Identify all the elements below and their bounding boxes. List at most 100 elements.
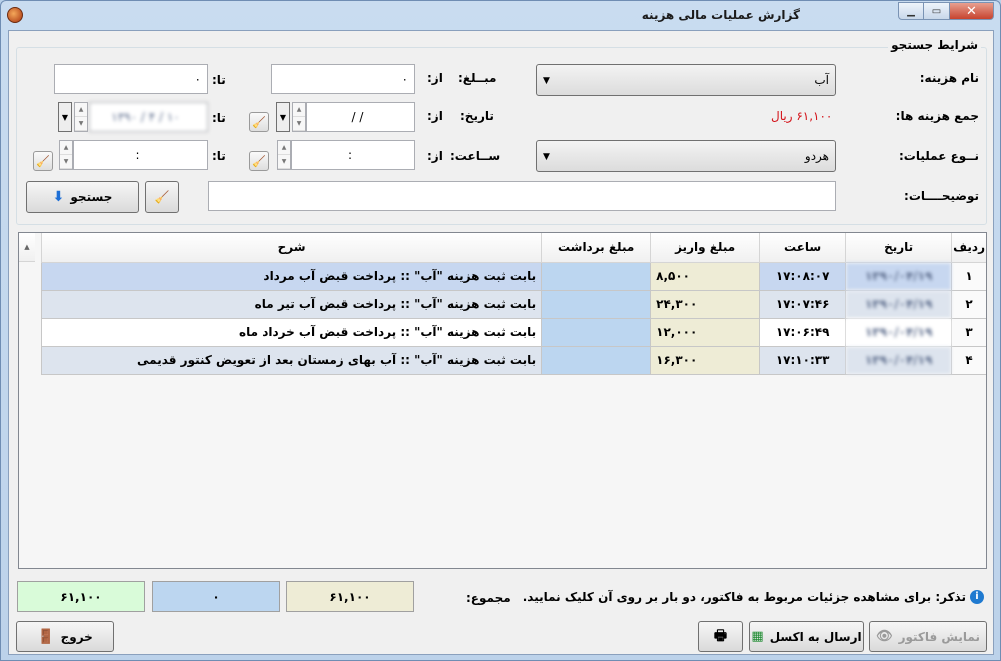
- broom-icon: 🧹: [252, 115, 266, 129]
- row-index: ۳: [951, 318, 986, 347]
- show-invoice-button[interactable]: نمایش فاکتور 👁: [869, 621, 987, 652]
- table-header: ردیف تاریخ ساعت مبلغ واریز مبلغ برداشت ش…: [41, 233, 986, 263]
- chevron-down-icon: ▼: [543, 152, 550, 162]
- broom-icon: 🧹: [36, 154, 50, 168]
- date-to-spinner[interactable]: ▲ ▼: [74, 102, 88, 132]
- arrow-down-icon[interactable]: ▼: [75, 117, 87, 131]
- minimize-icon: ▁: [907, 5, 915, 17]
- clear-time-to-button[interactable]: 🧹: [33, 151, 53, 171]
- row-deposit: ۸,۵۰۰: [650, 262, 760, 291]
- total-expenses-value: ۶۱,۱۰۰ ریال: [771, 109, 833, 123]
- operation-type-label: نــوع عملیات:: [898, 149, 979, 163]
- show-invoice-label: نمایش فاکتور: [898, 629, 980, 644]
- clear-date-from-button[interactable]: 🧹: [249, 112, 269, 132]
- expense-name-value: آب: [814, 73, 829, 87]
- clear-all-button[interactable]: 🧹: [145, 181, 179, 213]
- date-from-label: از:: [427, 109, 443, 123]
- maximize-button[interactable]: ▭: [924, 2, 950, 20]
- window-controls: ▁ ▭ ✕: [898, 2, 994, 20]
- amount-to-input[interactable]: ۰: [54, 64, 208, 94]
- arrow-down-icon[interactable]: ▼: [60, 155, 72, 169]
- amount-from-input[interactable]: ۰: [271, 64, 415, 94]
- description-input[interactable]: [208, 181, 836, 211]
- arrow-down-icon[interactable]: ▼: [293, 117, 305, 131]
- chevron-down-icon: ▼: [61, 112, 69, 122]
- row-description: بابت ثبت هزینه "آب" :: پرداخت قبض آب تیر…: [41, 290, 542, 319]
- note-text: تذکر: برای مشاهده جزئیات مربوط به فاکتور…: [522, 590, 966, 604]
- date-to-dropdown[interactable]: ▼: [58, 102, 72, 132]
- operation-type-combo[interactable]: هردو ▼: [536, 140, 836, 172]
- date-to-input[interactable]: ۱۳۹۰ / ۴ / ۱۰: [89, 102, 208, 132]
- row-description: بابت ثبت هزینه "آب" :: آب بهای زمستان بع…: [41, 346, 542, 375]
- arrow-down-icon[interactable]: ▼: [278, 155, 290, 169]
- column-header-date[interactable]: تاریخ: [845, 233, 952, 263]
- row-time: ۱۷:۰۸:۰۷: [759, 262, 846, 291]
- exit-button[interactable]: خروج 🚪: [16, 621, 114, 652]
- results-grid[interactable]: ▲ ردیف تاریخ ساعت مبلغ واریز مبلغ برداشت…: [18, 232, 987, 569]
- title-bar[interactable]: گزارش عملیات مالی هزینه ▁ ▭ ✕: [1, 1, 1000, 31]
- minimize-button[interactable]: ▁: [898, 2, 924, 20]
- search-button[interactable]: جستجو ⬇: [26, 181, 139, 213]
- expense-name-label: نام هزینه:: [919, 71, 979, 85]
- row-date: ۱۳۹۰/۰۴/۱۹: [845, 346, 952, 375]
- date-label: تاریخ:: [460, 109, 494, 123]
- column-header-time[interactable]: ساعت: [759, 233, 846, 263]
- column-header-index[interactable]: ردیف: [951, 233, 986, 263]
- table-row[interactable]: ۲ ۱۳۹۰/۰۴/۱۹ ۱۷:۰۷:۴۶ ۲۴,۳۰۰ بابت ثبت هز…: [41, 290, 986, 319]
- row-deposit: ۱۲,۰۰۰: [650, 318, 760, 347]
- time-from-spinner[interactable]: ▲ ▼: [277, 140, 291, 170]
- withdrawal-total: ۰: [152, 581, 280, 612]
- sum-label: مجموع:: [466, 591, 511, 605]
- balance-total: ۶۱,۱۰۰: [17, 581, 145, 612]
- window-title: گزارش عملیات مالی هزینه: [641, 8, 800, 22]
- arrow-up-icon[interactable]: ▲: [293, 103, 305, 117]
- column-header-description[interactable]: شرح: [41, 233, 542, 263]
- export-excel-label: ارسال به اکسل: [769, 629, 862, 644]
- column-header-deposit[interactable]: مبلغ واریز: [650, 233, 760, 263]
- expense-name-combo[interactable]: آب ▼: [536, 64, 836, 96]
- client-area: شرایط جستجو نام هزینه: آب ▼ مبــلغ: از: …: [8, 30, 994, 655]
- date-from-dropdown[interactable]: ▼: [276, 102, 290, 132]
- close-button[interactable]: ✕: [950, 2, 994, 20]
- description-label: توضیحــــات:: [904, 189, 979, 203]
- date-to-label: تا:: [212, 111, 226, 125]
- time-to-label: تا:: [212, 149, 226, 163]
- row-deposit: ۲۴,۳۰۰: [650, 290, 760, 319]
- chevron-down-icon: ▼: [279, 112, 287, 122]
- date-from-input[interactable]: / /: [306, 102, 415, 132]
- info-icon: i: [970, 590, 984, 604]
- export-excel-button[interactable]: ارسال به اکسل ▦: [749, 621, 864, 652]
- time-to-input[interactable]: :: [73, 140, 208, 170]
- arrow-up-icon[interactable]: ▲: [278, 141, 290, 155]
- row-description: بابت ثبت هزینه "آب" :: پرداخت قبض آب خرد…: [41, 318, 542, 347]
- amount-from-label: از:: [427, 71, 443, 85]
- column-header-withdrawal[interactable]: مبلغ برداشت: [541, 233, 651, 263]
- clear-time-from-button[interactable]: 🧹: [249, 151, 269, 171]
- broom-icon: 🧹: [154, 190, 170, 204]
- table-row[interactable]: ۴ ۱۳۹۰/۰۴/۱۹ ۱۷:۱۰:۳۳ ۱۶,۳۰۰ بابت ثبت هز…: [41, 346, 986, 375]
- search-group-title: شرایط جستجو: [888, 38, 981, 52]
- row-index: ۱: [951, 262, 986, 291]
- search-button-label: جستجو: [70, 190, 113, 204]
- time-from-input[interactable]: :: [291, 140, 415, 170]
- date-from-spinner[interactable]: ▲ ▼: [292, 102, 306, 132]
- arrow-up-icon[interactable]: ▲: [60, 141, 72, 155]
- eye-icon: 👁: [876, 629, 893, 644]
- row-index: ۲: [951, 290, 986, 319]
- broom-icon: 🧹: [252, 154, 266, 168]
- row-index: ۴: [951, 346, 986, 375]
- app-icon[interactable]: [7, 7, 23, 23]
- table-row[interactable]: ۱ ۱۳۹۰/۰۴/۱۹ ۱۷:۰۸:۰۷ ۸,۵۰۰ بابت ثبت هزی…: [41, 262, 986, 291]
- print-button[interactable]: 🖶: [698, 621, 743, 652]
- amount-label: مبــلغ:: [458, 71, 497, 85]
- row-time: ۱۷:۱۰:۳۳: [759, 346, 846, 375]
- exit-button-label: خروج: [60, 629, 93, 644]
- grid-corner[interactable]: ▲: [19, 233, 35, 262]
- time-to-spinner[interactable]: ▲ ▼: [59, 140, 73, 170]
- row-withdrawal: [541, 262, 651, 291]
- table-row[interactable]: ۳ ۱۳۹۰/۰۴/۱۹ ۱۷:۰۶:۴۹ ۱۲,۰۰۰ بابت ثبت هز…: [41, 318, 986, 347]
- operation-type-value: هردو: [804, 149, 829, 163]
- chevron-down-icon: ▼: [543, 76, 550, 86]
- exit-door-icon: 🚪: [37, 628, 55, 645]
- arrow-up-icon[interactable]: ▲: [75, 103, 87, 117]
